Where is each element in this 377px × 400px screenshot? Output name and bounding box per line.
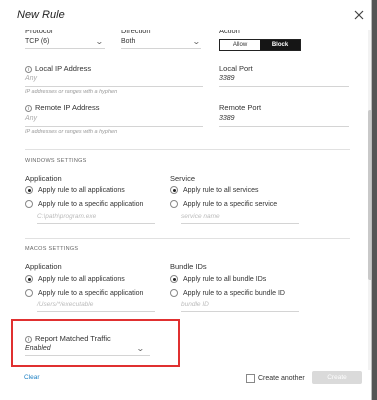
macos-app-specific-label: Apply rule to a specific application bbox=[38, 289, 144, 297]
macos-bundle-all-radio[interactable]: Apply rule to all bundle IDs bbox=[170, 275, 266, 283]
remote-ip-hint: IP addresses or ranges with a hyphen bbox=[25, 129, 118, 135]
local-ip-underline bbox=[25, 86, 203, 87]
macos-app-path-underline bbox=[37, 311, 155, 312]
highlight-box bbox=[11, 319, 180, 367]
close-icon[interactable] bbox=[352, 8, 366, 22]
windows-service-name-input[interactable]: service name bbox=[181, 213, 220, 220]
macos-bundle-label: Bundle IDs bbox=[170, 262, 207, 271]
local-ip-label: i Local IP Address bbox=[25, 64, 91, 73]
macos-bundle-all-label: Apply rule to all bundle IDs bbox=[183, 275, 267, 283]
radio-checked-icon[interactable] bbox=[25, 186, 33, 194]
local-port-input[interactable]: 3389 bbox=[219, 75, 235, 82]
direction-underline bbox=[121, 48, 201, 49]
direction-select[interactable]: Both bbox=[121, 38, 135, 45]
macos-app-specific-radio[interactable]: Apply rule to a specific application bbox=[25, 289, 143, 297]
windows-service-all-label: Apply rule to all services bbox=[183, 186, 259, 194]
backdrop bbox=[372, 0, 377, 400]
local-ip-hint: IP addresses or ranges with a hyphen bbox=[25, 89, 118, 95]
local-port-underline bbox=[219, 86, 349, 87]
radio-checked-icon[interactable] bbox=[170, 186, 178, 194]
macos-app-path-input[interactable]: /Users/*/executable bbox=[37, 301, 93, 308]
radio-checked-icon[interactable] bbox=[170, 275, 178, 283]
remote-ip-input[interactable]: Any bbox=[25, 115, 37, 122]
macos-bundle-specific-label: Apply rule to a specific bundle ID bbox=[183, 289, 285, 297]
radio-unchecked-icon[interactable] bbox=[25, 289, 33, 297]
direction-chevron-down-icon[interactable]: ⌄ bbox=[192, 37, 201, 46]
protocol-underline bbox=[25, 48, 105, 49]
windows-application-label: Application bbox=[25, 174, 62, 183]
macos-bundle-id-underline bbox=[181, 311, 299, 312]
windows-service-all-radio[interactable]: Apply rule to all services bbox=[170, 186, 258, 194]
local-port-label: Local Port bbox=[219, 64, 253, 73]
macos-app-all-radio[interactable]: Apply rule to all applications bbox=[25, 275, 125, 283]
remote-ip-underline bbox=[25, 126, 203, 127]
windows-app-path-underline bbox=[37, 223, 155, 224]
windows-settings-heading: WINDOWS SETTINGS bbox=[25, 158, 87, 164]
remote-port-underline bbox=[219, 126, 349, 127]
info-icon: i bbox=[25, 66, 32, 73]
macos-settings-heading: MACOS SETTINGS bbox=[25, 246, 79, 252]
info-icon: i bbox=[25, 105, 32, 112]
local-ip-label-text: Local IP Address bbox=[35, 64, 92, 73]
windows-service-specific-radio[interactable]: Apply rule to a specific service bbox=[170, 200, 277, 208]
action-toggle[interactable]: Allow Block bbox=[219, 39, 301, 51]
windows-service-specific-label: Apply rule to a specific service bbox=[183, 200, 278, 208]
radio-unchecked-icon[interactable] bbox=[25, 200, 33, 208]
macos-app-all-label: Apply rule to all applications bbox=[38, 275, 125, 283]
macos-bundle-specific-radio[interactable]: Apply rule to a specific bundle ID bbox=[170, 289, 285, 297]
action-block-option[interactable]: Block bbox=[260, 40, 300, 50]
radio-unchecked-icon[interactable] bbox=[170, 200, 178, 208]
windows-app-all-radio[interactable]: Apply rule to all applications bbox=[25, 186, 125, 194]
protocol-select[interactable]: TCP (6) bbox=[25, 38, 49, 45]
radio-unchecked-icon[interactable] bbox=[170, 289, 178, 297]
radio-checked-icon[interactable] bbox=[25, 275, 33, 283]
create-button[interactable]: Create bbox=[312, 371, 362, 384]
dialog-body[interactable]: Protocol TCP (6) ⌄ Direction Both ⌄ Acti… bbox=[0, 0, 368, 368]
protocol-chevron-down-icon[interactable]: ⌄ bbox=[95, 37, 104, 46]
remote-ip-label: i Remote IP Address bbox=[25, 103, 99, 112]
remote-port-input[interactable]: 3389 bbox=[219, 115, 235, 122]
windows-app-specific-label: Apply rule to a specific application bbox=[38, 200, 144, 208]
windows-divider bbox=[25, 149, 350, 150]
clear-link[interactable]: Clear bbox=[24, 374, 40, 381]
remote-port-label: Remote Port bbox=[219, 103, 262, 112]
windows-service-label: Service bbox=[170, 174, 196, 183]
macos-bundle-id-input[interactable]: bundle ID bbox=[181, 301, 209, 308]
dialog-header: New Rule bbox=[0, 0, 371, 30]
remote-ip-label-text: Remote IP Address bbox=[35, 103, 100, 112]
windows-app-all-label: Apply rule to all applications bbox=[38, 186, 125, 194]
local-ip-input[interactable]: Any bbox=[25, 75, 37, 82]
new-rule-dialog: Protocol TCP (6) ⌄ Direction Both ⌄ Acti… bbox=[0, 0, 372, 400]
create-another-label: Create another bbox=[258, 375, 305, 382]
macos-divider bbox=[25, 238, 350, 239]
windows-app-path-input[interactable]: C:\path\program.exe bbox=[37, 213, 96, 220]
create-another-checkbox[interactable] bbox=[246, 374, 255, 383]
windows-app-specific-radio[interactable]: Apply rule to a specific application bbox=[25, 200, 143, 208]
dialog-title: New Rule bbox=[17, 9, 65, 21]
macos-application-label: Application bbox=[25, 262, 62, 271]
windows-service-name-underline bbox=[181, 223, 299, 224]
action-allow-option[interactable]: Allow bbox=[220, 40, 260, 50]
